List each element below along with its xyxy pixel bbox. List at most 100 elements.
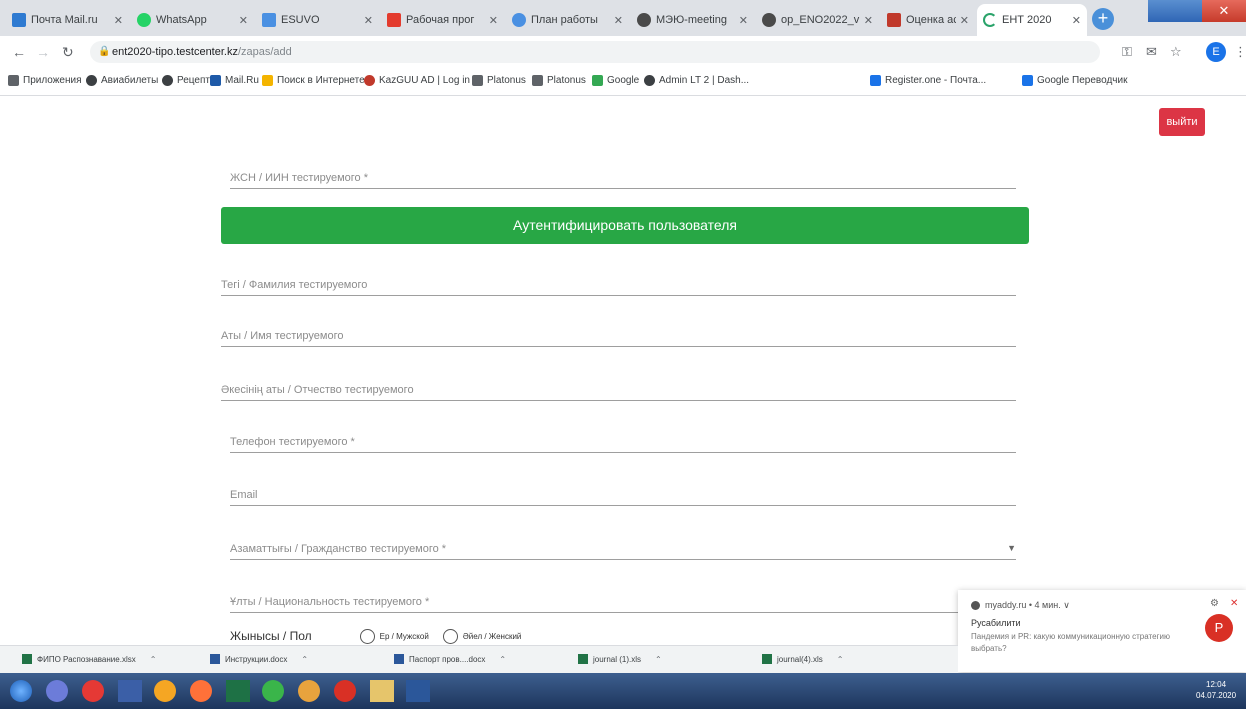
close-icon[interactable]: ✕ [1230, 598, 1238, 609]
tab-mail[interactable]: Почта Mail.ru ✕ [6, 4, 129, 36]
bookmark-internet-search[interactable]: Поиск в Интернете [262, 75, 365, 86]
close-icon[interactable]: ✕ [1072, 14, 1081, 27]
close-icon[interactable]: ✕ [364, 14, 373, 27]
avast-icon[interactable] [154, 680, 176, 702]
whatsapp-icon[interactable] [262, 680, 284, 702]
key-icon[interactable]: ⚿ [1122, 44, 1132, 60]
nationality-label: Ұлты / Национальность тестируемого * [230, 596, 430, 608]
tab-label: WhatsApp [156, 14, 207, 26]
extension-icon[interactable]: ✉ [1146, 44, 1157, 60]
chrome-icon[interactable] [298, 680, 320, 702]
gender-female-label[interactable]: Әйел / Женский [463, 632, 522, 641]
bookmark-mailru[interactable]: Mail.Ru [210, 75, 259, 86]
excel-icon[interactable] [226, 680, 250, 702]
download-label: Паспорт пров....docx [409, 654, 486, 664]
chevron-up-icon[interactable]: ⌃ [655, 655, 662, 664]
firstname-field[interactable]: Аты / Имя тестируемого [221, 321, 1016, 347]
download-item[interactable]: Инструкции.docx ⌃ [210, 654, 308, 664]
profile-avatar[interactable]: E [1206, 42, 1226, 62]
gender-male-radio[interactable] [359, 628, 375, 644]
tab-work-plan[interactable]: План работы ✕ [506, 4, 629, 36]
bookmark-label: Авиабилеты [101, 75, 159, 86]
tab-whatsapp[interactable]: WhatsApp ✕ [131, 4, 254, 36]
download-item[interactable]: Паспорт пров....docx ⌃ [394, 654, 506, 664]
download-item[interactable]: journal (1).xls ⌃ [578, 654, 662, 664]
bookmark-platonus-1[interactable]: Platonus [472, 75, 526, 86]
bookmark-register-one[interactable]: Register.one - Почта... [870, 75, 986, 86]
system-clock[interactable]: 12:04 04.07.2020 [1196, 679, 1236, 701]
gender-female-radio[interactable] [442, 628, 458, 644]
apps-icon [8, 75, 19, 86]
email-field[interactable]: Email [230, 480, 1016, 506]
bookmark-recipe[interactable]: Рецепт [162, 75, 210, 86]
mail-icon [12, 13, 26, 27]
new-tab-button[interactable]: + [1092, 8, 1114, 30]
bookmark-google-translate[interactable]: Google Переводчик [1022, 75, 1127, 86]
close-icon[interactable]: ✕ [739, 14, 748, 27]
start-icon[interactable] [10, 680, 32, 702]
chevron-up-icon[interactable]: ⌃ [499, 655, 506, 664]
chevron-up-icon[interactable]: ⌃ [837, 655, 844, 664]
close-icon[interactable]: ✕ [239, 14, 248, 27]
download-label: journal(4).xls [777, 654, 823, 664]
back-icon[interactable]: ← [12, 44, 26, 60]
bookmark-platonus-2[interactable]: Platonus [532, 75, 586, 86]
tab-eno[interactable]: op_ENO2022_v ✕ [756, 4, 879, 36]
close-icon[interactable]: ✕ [114, 14, 123, 27]
forward-icon[interactable]: → [36, 44, 50, 60]
bookmark-kazguu[interactable]: KazGUU AD | Log in [364, 75, 470, 86]
authenticate-user-button[interactable]: Аутентифицировать пользователя [221, 207, 1029, 244]
nationality-field[interactable]: Ұлты / Национальность тестируемого * [230, 587, 1016, 613]
yandex-icon[interactable] [334, 680, 356, 702]
star-icon[interactable]: ☆ [1170, 44, 1182, 60]
word-file-icon [394, 654, 404, 664]
close-icon[interactable]: ✕ [864, 14, 873, 27]
opera-icon[interactable] [82, 680, 104, 702]
notification-popup[interactable]: myaddy.ru • 4 мин. ∨ ⚙ ✕ Русабилити Панд… [958, 590, 1246, 672]
tab-label: МЭЮ-meeting [656, 14, 727, 26]
kazguu-icon [364, 75, 375, 86]
middlename-field[interactable]: Әкесінің аты / Отчество тестируемого [221, 375, 1016, 401]
folder-icon[interactable] [370, 680, 394, 702]
tab-meeting[interactable]: МЭЮ-meeting ✕ [631, 4, 754, 36]
gear-icon[interactable]: ⚙ [1210, 598, 1219, 609]
iin-field[interactable]: ЖСН / ИИН тестируемого * [230, 163, 1016, 189]
tab-work-program[interactable]: Рабочая прог ✕ [381, 4, 504, 36]
word-icon[interactable] [406, 680, 430, 702]
close-icon[interactable]: ✕ [960, 14, 969, 27]
bookmark-label: Рецепт [177, 75, 210, 86]
mail-icon[interactable] [118, 680, 142, 702]
tab-assessment[interactable]: Оценка action ✕ [881, 4, 975, 36]
menu-icon[interactable]: ⋮ [1234, 44, 1246, 60]
bookmark-apps[interactable]: Приложения [8, 75, 82, 86]
gender-male-label[interactable]: Ер / Мужской [380, 632, 429, 641]
citizenship-select[interactable]: Азаматтығы / Гражданство тестируемого * … [230, 534, 1016, 560]
firefox-icon[interactable] [190, 680, 212, 702]
chevron-up-icon[interactable]: ⌃ [301, 655, 308, 664]
tab-esuvo[interactable]: ESUVO ✕ [256, 4, 379, 36]
phone-field[interactable]: Телефон тестируемого * [230, 427, 1016, 453]
bookmark-aviabilety[interactable]: Авиабилеты [86, 75, 158, 86]
lastname-field[interactable]: Тегі / Фамилия тестируемого [221, 270, 1016, 296]
globe-icon [162, 75, 173, 86]
screen: Почта Mail.ru ✕ WhatsApp ✕ ESUVO ✕ Рабоч… [0, 0, 1246, 709]
plan-icon [512, 13, 526, 27]
app-icon[interactable] [46, 680, 68, 702]
excel-file-icon [22, 654, 32, 664]
window-close-button[interactable]: ✕ [1202, 0, 1246, 22]
tab-ent-2020[interactable]: ЕНТ 2020 ✕ [977, 4, 1087, 36]
bookmark-admin-lt[interactable]: Admin LT 2 | Dash... [644, 75, 749, 86]
close-icon[interactable]: ✕ [489, 14, 498, 27]
gender-label: Жынысы / Пол [230, 629, 312, 643]
reload-icon[interactable]: ↻ [62, 44, 74, 61]
notification-header: myaddy.ru • 4 мин. ∨ [971, 600, 1070, 611]
chevron-up-icon[interactable]: ⌃ [150, 655, 157, 664]
bookmark-google[interactable]: Google [592, 75, 639, 86]
tab-label: ESUVO [281, 14, 320, 26]
download-item[interactable]: ФИПО Распознавание.xlsx ⌃ [22, 654, 156, 664]
clock-date: 04.07.2020 [1196, 691, 1237, 700]
close-icon[interactable]: ✕ [614, 14, 623, 27]
url-input[interactable]: 🔒 ent2020-tipo.testcenter.kz/zapas/add [90, 41, 1100, 63]
download-item[interactable]: journal(4).xls ⌃ [762, 654, 844, 664]
logout-button[interactable]: выйти [1159, 108, 1205, 136]
